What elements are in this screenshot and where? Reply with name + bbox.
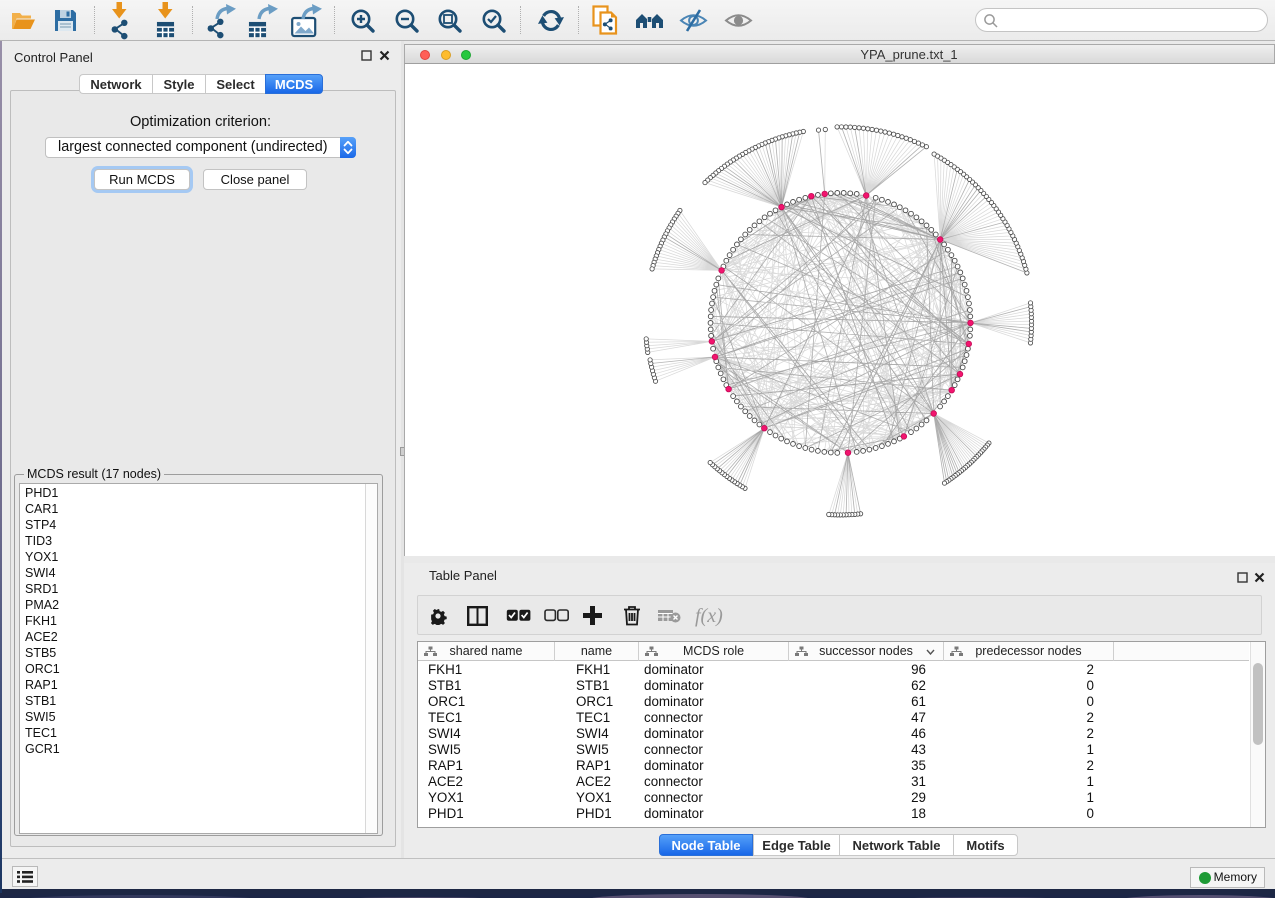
svg-text:f(x): f(x) <box>695 605 723 627</box>
